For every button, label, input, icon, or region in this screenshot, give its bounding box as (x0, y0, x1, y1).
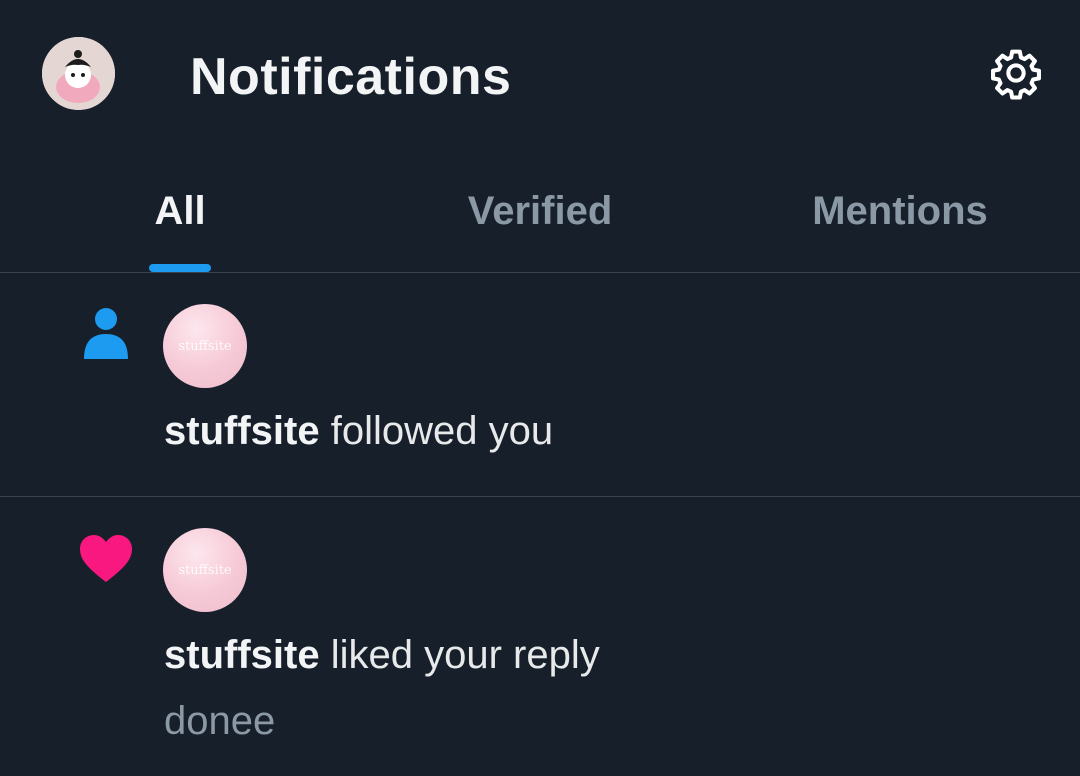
page-title: Notifications (190, 48, 512, 106)
person-icon (78, 305, 134, 361)
notification-action: followed you (330, 409, 554, 453)
tab-bar: All Verified Mentions (0, 150, 1080, 272)
tab-mentions[interactable]: Mentions (720, 150, 1080, 272)
profile-avatar-image (42, 37, 115, 110)
notification-text: stuffsite followed you (164, 409, 553, 454)
notification-text: stuffsite liked your reply (164, 633, 600, 678)
notification-follow[interactable]: stuffsite stuffsite followed you (0, 273, 1080, 496)
active-tab-indicator (149, 264, 211, 272)
user-avatar[interactable]: stuffsite (163, 304, 247, 388)
avatar-text: stuffsite (178, 338, 232, 354)
profile-avatar[interactable] (42, 37, 115, 110)
notification-like[interactable]: stuffsite stuffsite liked your reply don… (0, 497, 1080, 776)
heart-icon (78, 531, 134, 587)
tab-all[interactable]: All (0, 150, 360, 272)
user-avatar[interactable]: stuffsite (163, 528, 247, 612)
notification-action: liked your reply (330, 633, 600, 677)
tab-mentions-label: Mentions (812, 188, 988, 233)
reply-snippet: donee (164, 699, 276, 743)
avatar-text: stuffsite (178, 562, 232, 578)
gear-icon (991, 49, 1041, 100)
header: Notifications (0, 0, 1080, 150)
username[interactable]: stuffsite (164, 409, 320, 453)
tab-all-label: All (154, 188, 206, 233)
tab-verified[interactable]: Verified (360, 150, 720, 272)
settings-button[interactable] (987, 44, 1045, 102)
notifications-screen: Notifications All Verified Mentions stuf… (0, 0, 1080, 776)
username[interactable]: stuffsite (164, 633, 320, 677)
tab-verified-label: Verified (467, 188, 613, 233)
